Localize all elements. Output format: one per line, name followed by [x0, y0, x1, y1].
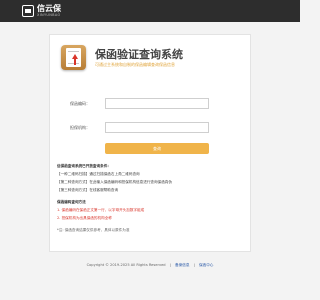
- help-note: *注: 保函查询结果仅供参考，具体以原件为准: [57, 228, 130, 232]
- page-title: 保函验证查询系统: [95, 48, 183, 61]
- method-line: 1. 保函编码在保函正文第一行，以字母开头加数字组成: [57, 208, 145, 212]
- footer: Copyright © 2019-2025 All Rights Reserve…: [86, 263, 214, 267]
- logo-text: 信云保: [37, 4, 61, 13]
- method-line: 2. 担保机构为出具保函的机构全称: [57, 216, 112, 220]
- query-card: 保函验证查询系统 可通过主系统和自制的保函编辑查询保函信息 保函编码： 担保机构…: [49, 34, 251, 252]
- guarantee-code-label: 保函编码：: [70, 101, 90, 106]
- logo-icon: [22, 5, 34, 17]
- method-title: 保函编码查询方法: [57, 200, 86, 204]
- query-button[interactable]: 查询: [105, 143, 209, 154]
- help-line: 【一种二维码扫描】通过扫描保函右上角二维码查询: [57, 172, 140, 176]
- help-title: 信保函查询系统已开放查询条件：: [57, 164, 111, 168]
- footer-link-icp[interactable]: 备案信息: [175, 263, 189, 267]
- logo-subtext: XINYUNBAO: [37, 13, 61, 17]
- guarantee-code-input[interactable]: [105, 98, 209, 109]
- document-growth-icon: [61, 45, 86, 70]
- top-bar: 信云保 XINYUNBAO: [0, 0, 300, 22]
- copyright-text: Copyright © 2019-2025 All Rights Reserve…: [86, 263, 166, 267]
- help-section: 信保函查询系统已开放查询条件： 【一种二维码扫描】通过扫描保函右上角二维码查询 …: [57, 164, 245, 236]
- page-subtitle: 可通过主系统和自制的保函编辑查询保函信息: [95, 62, 175, 67]
- guarantor-input[interactable]: [105, 122, 209, 133]
- logo[interactable]: 信云保 XINYUNBAO: [22, 3, 61, 19]
- help-line: 【第二种查询方式】在此输入保函编码和担保机构信息进行查询保函真伪: [57, 180, 172, 184]
- guarantor-label: 担保机构：: [70, 125, 90, 130]
- footer-link-center[interactable]: 保函中心: [199, 263, 213, 267]
- help-line: 【第三种查询方式】在线客服帮助查询: [57, 188, 119, 192]
